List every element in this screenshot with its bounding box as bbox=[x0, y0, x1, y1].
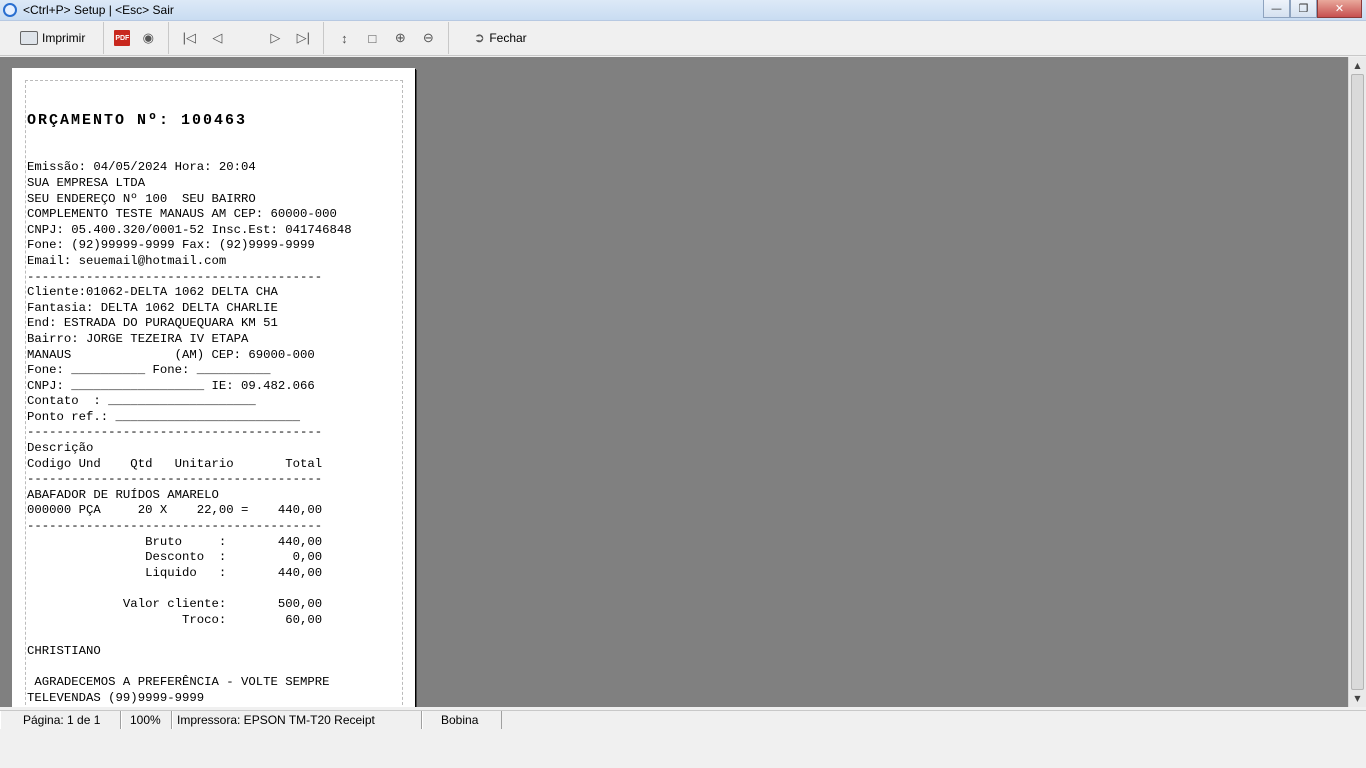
receipt-line: Email: seuemail@hotmail.com bbox=[27, 253, 227, 268]
scroll-down-arrow[interactable]: ▼ bbox=[1349, 690, 1366, 707]
last-page-button[interactable]: ▷| bbox=[289, 25, 317, 51]
receipt-line: CNPJ: __________________ IE: 09.482.066 bbox=[27, 378, 315, 393]
status-paper: Bobina bbox=[422, 711, 502, 729]
receipt-line: TELEVENDAS (99)9999-9999 bbox=[27, 690, 205, 705]
first-page-icon: |◁ bbox=[182, 30, 197, 45]
zoom-out-button[interactable]: ⊖ bbox=[414, 25, 442, 51]
receipt-line: Desconto : 0,00 bbox=[27, 550, 323, 565]
receipt-line: Fone: (92)99999-9999 Fax: (92)9999-9999 bbox=[27, 238, 315, 253]
window-controls: — ❐ ✕ bbox=[1263, 0, 1362, 18]
window-title: <Ctrl+P> Setup | <Esc> Sair bbox=[23, 3, 174, 17]
page-width-icon: ↕ bbox=[341, 30, 348, 46]
receipt-line bbox=[27, 659, 381, 675]
receipt-line: CNPJ: 05.400.320/0001-52 Insc.Est: 04174… bbox=[27, 222, 352, 237]
receipt-line: SEU ENDEREÇO Nº 100 SEU BAIRRO bbox=[27, 191, 256, 206]
status-zoom: 100% bbox=[121, 711, 172, 729]
toolbar-separator bbox=[323, 22, 325, 54]
receipt-line: ABAFADOR DE RUÍDOS AMARELO bbox=[27, 487, 219, 502]
next-page-button[interactable]: ▷ bbox=[261, 25, 289, 51]
export-pdf-button[interactable]: PDF bbox=[110, 25, 134, 51]
receipt-line: ---------------------------------------- bbox=[27, 472, 323, 487]
receipt-line bbox=[27, 628, 381, 644]
receipt-line: CHRISTIANO bbox=[27, 643, 101, 658]
page-icon: □ bbox=[368, 30, 377, 46]
page-width-button[interactable]: ↕ bbox=[330, 25, 358, 51]
exit-door-icon: ➲ bbox=[473, 30, 485, 45]
close-preview-button[interactable]: ➲ Fechar bbox=[465, 25, 530, 51]
close-button[interactable]: ✕ bbox=[1317, 0, 1362, 18]
receipt-line: ---------------------------------------- bbox=[27, 269, 323, 284]
zoom-in-button[interactable]: ⊕ bbox=[386, 25, 414, 51]
title-bar: <Ctrl+P> Setup | <Esc> Sair — ❐ ✕ bbox=[0, 0, 1366, 21]
receipt-line: ---------------------------------------- bbox=[27, 519, 323, 534]
status-printer: Impressora: EPSON TM-T20 Receipt bbox=[172, 711, 422, 729]
receipt-line: Troco: 60,00 bbox=[27, 612, 323, 627]
receipt-heading: ORÇAMENTO Nº: 100463 bbox=[27, 112, 248, 130]
receipt-line: MANAUS (AM) CEP: 69000-000 bbox=[27, 347, 315, 362]
receipt-line: Fantasia: DELTA 1062 DELTA CHARLIE bbox=[27, 300, 278, 315]
previous-page-button[interactable]: ◁ bbox=[203, 25, 231, 51]
print-button[interactable]: Imprimir bbox=[16, 25, 89, 51]
binoculars-icon: ◉ bbox=[142, 30, 154, 45]
receipt-line: AGRADECEMOS A PREFERÊNCIA - VOLTE SEMPRE bbox=[27, 674, 330, 689]
receipt-line: Valor cliente: 500,00 bbox=[27, 597, 323, 611]
receipt-line: ---------------------------------------- bbox=[27, 425, 323, 440]
receipt-line: End: ESTRADA DO PURAQUEQUARA KM 51 bbox=[27, 316, 278, 331]
receipt-line: Bruto : 440,00 bbox=[27, 534, 323, 549]
receipt-line: Emissão: 04/05/2024 Hora: 20:04 bbox=[27, 160, 256, 175]
zoom-out-icon: ⊖ bbox=[422, 30, 434, 45]
receipt-line bbox=[27, 706, 381, 707]
first-page-button[interactable]: |◁ bbox=[175, 25, 203, 51]
pdf-icon: PDF bbox=[114, 30, 131, 46]
status-bar: Página: 1 de 1 100% Impressora: EPSON TM… bbox=[0, 710, 1366, 729]
next-page-icon: ▷ bbox=[270, 30, 281, 45]
toolbar-separator bbox=[103, 22, 105, 54]
toolbar-separator bbox=[168, 22, 170, 54]
receipt-content: ORÇAMENTO Nº: 100463 Emissão: 04/05/2024… bbox=[27, 81, 381, 707]
receipt-line: COMPLEMENTO TESTE MANAUS AM CEP: 60000-0… bbox=[27, 207, 337, 222]
toolbar: Imprimir PDF ◉ |◁ ◁ ▷ ▷| ↕ □ ⊕ ⊖ ➲ Fecha… bbox=[0, 21, 1366, 56]
receipt-line: Fone: __________ Fone: __________ bbox=[27, 363, 271, 378]
print-label: Imprimir bbox=[42, 31, 86, 45]
app-icon bbox=[3, 3, 17, 17]
receipt-line: Contato : ____________________ bbox=[27, 394, 256, 409]
whole-page-button[interactable]: □ bbox=[358, 25, 386, 51]
receipt-line: 000000 PÇA 20 X 22,00 = 440,00 bbox=[27, 503, 323, 518]
find-button[interactable]: ◉ bbox=[134, 25, 162, 51]
maximize-button[interactable]: ❐ bbox=[1290, 0, 1317, 18]
printer-icon bbox=[20, 31, 38, 45]
previous-page-icon: ◁ bbox=[212, 30, 223, 45]
scroll-up-arrow[interactable]: ▲ bbox=[1349, 57, 1366, 74]
minimize-button[interactable]: — bbox=[1263, 0, 1290, 18]
receipt-line: Ponto ref.: _________________________ bbox=[27, 409, 301, 424]
preview-area[interactable]: ORÇAMENTO Nº: 100463 Emissão: 04/05/2024… bbox=[0, 57, 1348, 707]
close-preview-label: Fechar bbox=[489, 31, 527, 45]
receipt-line: Cliente:01062-DELTA 1062 DELTA CHA bbox=[27, 285, 278, 300]
scroll-thumb[interactable] bbox=[1351, 74, 1364, 690]
toolbar-separator bbox=[448, 22, 450, 54]
vertical-scrollbar[interactable]: ▲ ▼ bbox=[1348, 57, 1366, 707]
receipt-line: Liquido : 440,00 bbox=[27, 565, 323, 580]
zoom-in-icon: ⊕ bbox=[394, 30, 406, 45]
receipt-lines: Emissão: 04/05/2024 Hora: 20:04 SUA EMPRE… bbox=[27, 160, 381, 707]
receipt-line: Descrição bbox=[27, 441, 94, 456]
receipt-line: Bairro: JORGE TEZEIRA IV ETAPA bbox=[27, 331, 249, 346]
receipt-line: SUA EMPRESA LTDA bbox=[27, 175, 146, 190]
receipt-line bbox=[27, 581, 381, 597]
last-page-icon: ▷| bbox=[296, 30, 311, 45]
receipt-line: Codigo Und Qtd Unitario Total bbox=[27, 456, 323, 471]
status-page: Página: 1 de 1 bbox=[0, 711, 121, 729]
